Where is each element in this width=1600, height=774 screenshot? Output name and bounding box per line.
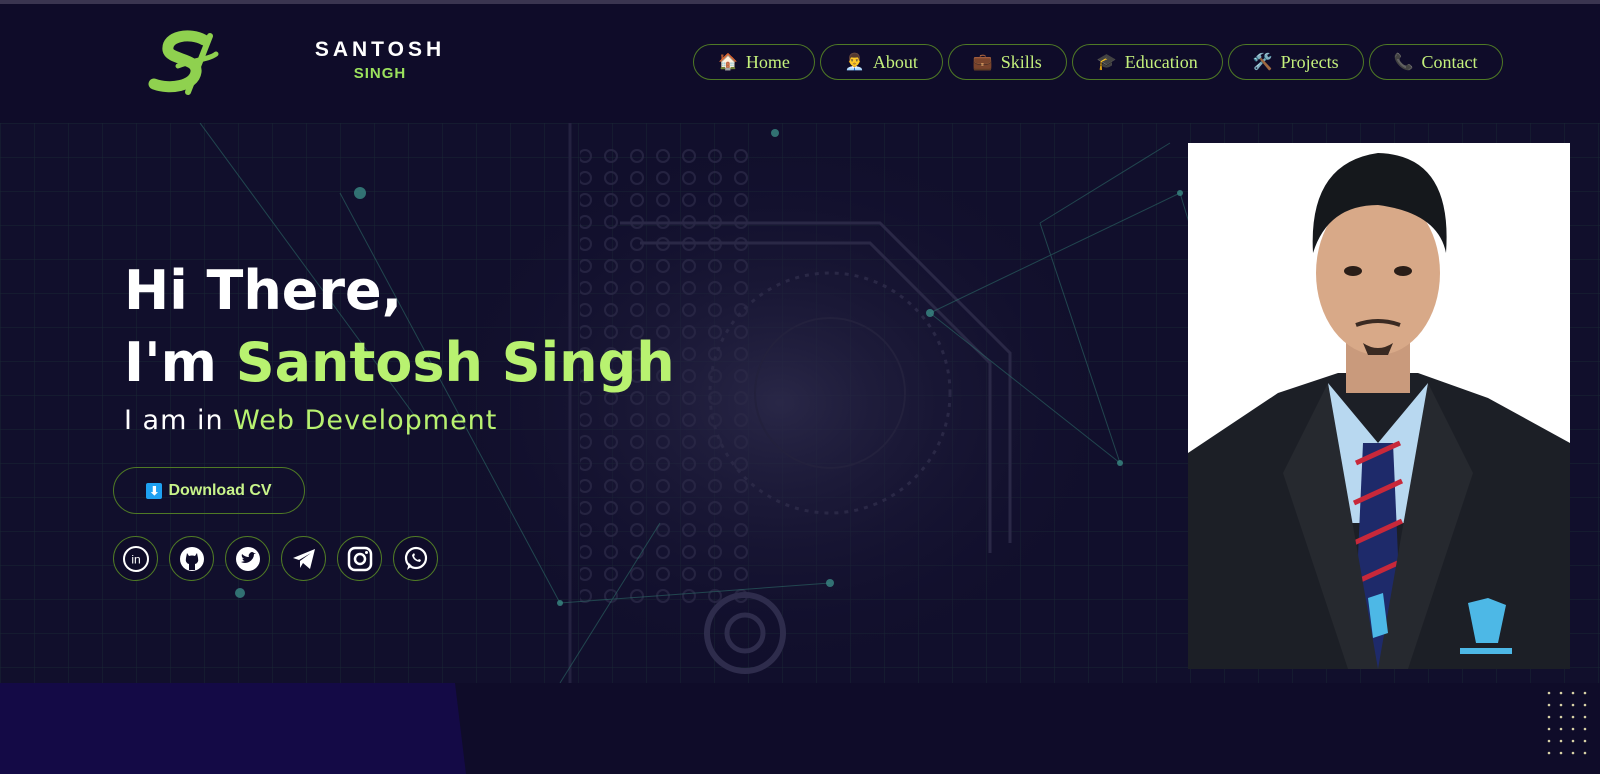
- tools-icon: 🛠️: [1252, 54, 1273, 71]
- nav-label: About: [872, 51, 918, 72]
- nav-contact[interactable]: 📞 Contact: [1368, 44, 1503, 80]
- dot-pattern: [1547, 691, 1587, 755]
- linkedin-icon[interactable]: in: [113, 536, 158, 581]
- s-monogram-logo-icon[interactable]: [148, 30, 222, 98]
- role-prefix: I am in: [124, 405, 234, 436]
- nav-about[interactable]: 👨‍💼 About: [819, 44, 943, 80]
- graduation-cap-icon: 🎓: [1096, 54, 1117, 71]
- hero-greeting: Hi There, I'm Santosh Singh: [124, 255, 675, 399]
- nav-education[interactable]: 🎓 Education: [1071, 44, 1223, 80]
- briefcase-icon: 💼: [972, 54, 993, 71]
- nav-label: Contact: [1421, 51, 1478, 72]
- brand-name[interactable]: SANTOSH SINGH: [310, 38, 450, 82]
- profile-photo: [1188, 143, 1570, 669]
- site-header: SANTOSH SINGH 🏠 Home 👨‍💼 About 💼 Skills 🎓 Ed…: [0, 4, 1600, 122]
- nav-home[interactable]: 🏠 Home: [693, 44, 815, 80]
- github-icon[interactable]: [169, 536, 214, 581]
- intro-prefix: I'm: [124, 331, 236, 394]
- greeting-line: Hi There,: [124, 259, 403, 322]
- svg-text:in: in: [131, 552, 140, 566]
- main-nav: 🏠 Home 👨‍💼 About 💼 Skills 🎓 Education 🛠️ Proj…: [693, 44, 1503, 80]
- social-links: in: [113, 536, 438, 581]
- home-icon: 🏠: [718, 54, 738, 71]
- nav-label: Education: [1124, 51, 1198, 72]
- hero-name: Santosh Singh: [235, 331, 675, 394]
- nav-projects[interactable]: 🛠️ Projects: [1227, 44, 1364, 80]
- nav-label: Home: [745, 51, 790, 72]
- lower-section: [0, 683, 1600, 774]
- nav-label: Projects: [1280, 51, 1339, 72]
- hero-role: I am in Web Development: [124, 405, 497, 436]
- brand-last-name: SINGH: [353, 65, 407, 82]
- decorative-shape: [0, 683, 466, 774]
- nav-label: Skills: [1000, 51, 1042, 72]
- role-text: Web Development: [233, 405, 498, 436]
- download-icon: ⬇: [146, 482, 163, 499]
- intro-line: I'm Santosh Singh: [124, 327, 675, 399]
- hero-section: Hi There, I'm Santosh Singh I am in Web …: [0, 123, 1600, 683]
- brand-first-name: SANTOSH: [314, 38, 446, 61]
- phone-icon: 📞: [1393, 54, 1414, 71]
- person-icon: 👨‍💼: [844, 54, 865, 71]
- instagram-icon[interactable]: [337, 536, 382, 581]
- download-cv-button[interactable]: ⬇ Download CV: [113, 467, 305, 514]
- telegram-icon[interactable]: [281, 536, 326, 581]
- twitter-icon[interactable]: [225, 536, 270, 581]
- download-cv-label: Download CV: [168, 481, 272, 499]
- whatsapp-icon[interactable]: [393, 536, 438, 581]
- nav-skills[interactable]: 💼 Skills: [947, 44, 1067, 80]
